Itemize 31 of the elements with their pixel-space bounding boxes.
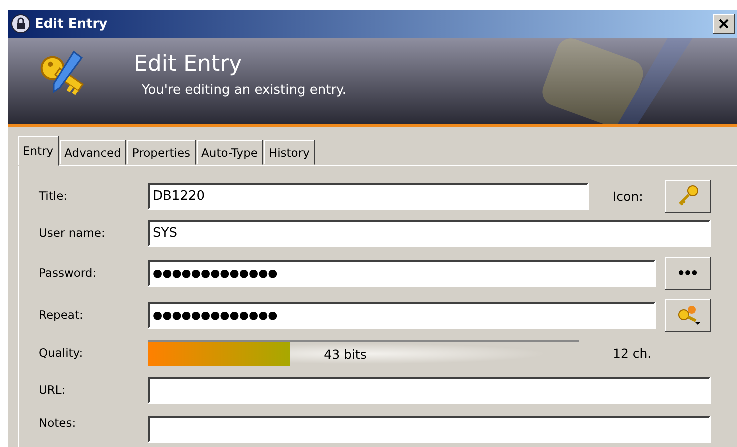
field-label: User name: (39, 226, 106, 240)
url-field[interactable] (148, 376, 711, 404)
key-icon (677, 185, 699, 207)
banner-title: Edit Entry (134, 52, 244, 77)
lock-icon (11, 14, 31, 34)
password-length: 12 ch. (613, 346, 652, 360)
quality-reading: 43 bits (324, 346, 367, 362)
notes-field[interactable] (148, 416, 711, 443)
show-password-button[interactable]: ●●● (665, 256, 711, 290)
field-label: Repeat: (39, 308, 84, 322)
icon-picker-button[interactable] (665, 180, 711, 212)
field-label: Password: (39, 266, 98, 280)
banner-subtitle: You're editing an existing entry. (142, 83, 347, 98)
field-label: Quality: (39, 346, 84, 360)
username-field[interactable]: SYS (148, 220, 711, 246)
window-title: Edit Entry (35, 16, 108, 32)
field-label: Notes: (39, 416, 78, 430)
field-label: URL: (39, 383, 67, 397)
tab[interactable]: Advanced (60, 140, 126, 165)
close-icon (719, 19, 729, 29)
tab[interactable]: Properties (127, 140, 196, 165)
tab[interactable]: Entry (18, 136, 59, 166)
field-label: Icon: (613, 188, 644, 204)
tab[interactable]: History (264, 140, 315, 165)
title-field[interactable]: DB1220 (148, 182, 589, 210)
repeat-password-field[interactable]: ●●●●●●●●●●●●● (148, 302, 656, 328)
password-generator-button[interactable] (665, 298, 711, 332)
tab[interactable]: Auto-Type (196, 140, 263, 165)
close-button[interactable] (713, 14, 735, 34)
field-label: Title: (39, 189, 69, 203)
password-field[interactable]: ●●●●●●●●●●●●● (148, 260, 656, 286)
